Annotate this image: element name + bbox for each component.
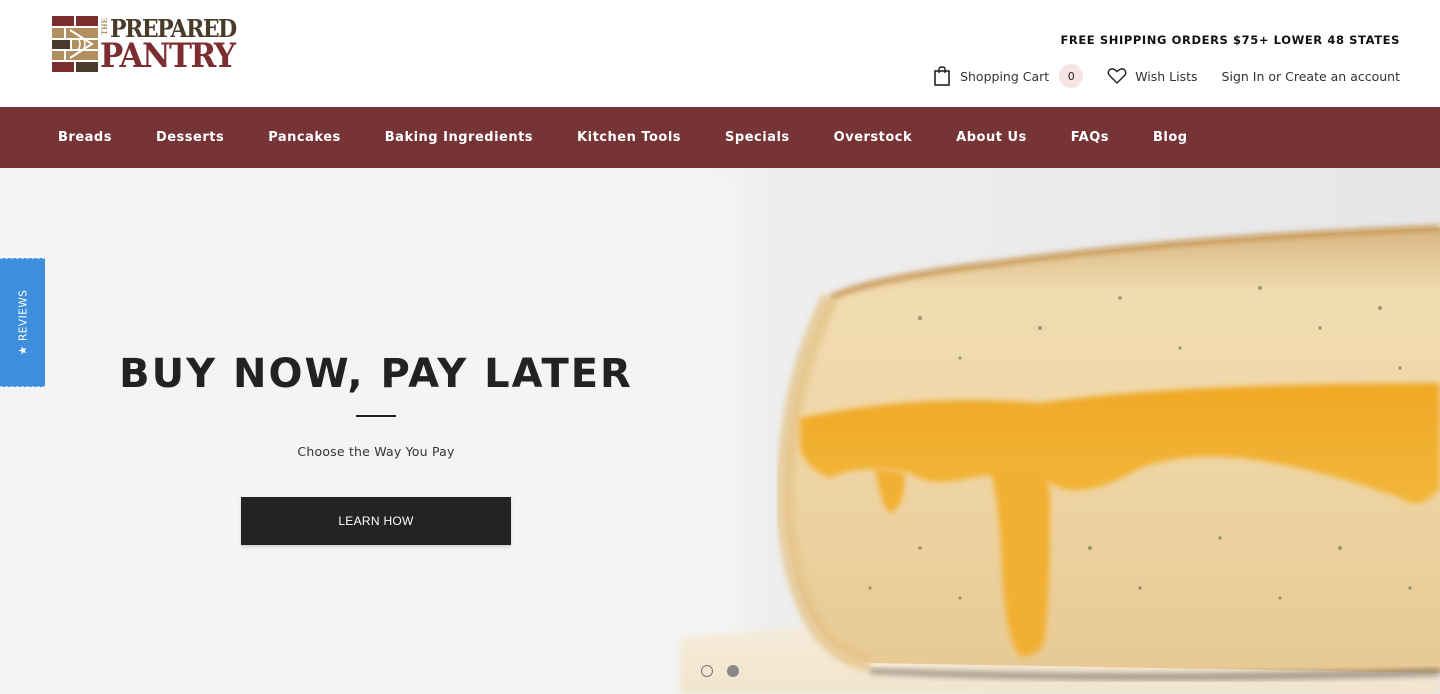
logo-pantry: PANTRY: [100, 36, 236, 76]
sign-in-link[interactable]: Sign In: [1222, 69, 1265, 84]
account-links: Sign In or Create an account: [1222, 69, 1400, 84]
logo-mark-icon: [52, 16, 98, 72]
nav-item-pancakes[interactable]: Pancakes: [268, 130, 341, 145]
nav-item-breads[interactable]: Breads: [58, 130, 112, 145]
carousel-pagination: [701, 665, 753, 677]
hero-subtitle: Choose the Way You Pay: [297, 444, 455, 459]
site-header: THE PREPARED PANTRY FREE SHIPPING ORDERS…: [0, 0, 1440, 107]
hero-title: BUY NOW, PAY LATER: [119, 351, 633, 397]
cart-count-badge: 0: [1059, 64, 1084, 88]
hero-divider: [356, 415, 396, 417]
nav-item-desserts[interactable]: Desserts: [156, 130, 224, 145]
hero-image-grilled-cheese: [620, 168, 1440, 694]
reviews-tab-label: REVIEWS: [16, 289, 29, 342]
nav-item-faqs[interactable]: FAQs: [1071, 130, 1109, 145]
nav-item-kitchen-tools[interactable]: Kitchen Tools: [577, 130, 681, 145]
main-nav: Breads Desserts Pancakes Baking Ingredie…: [0, 107, 1440, 168]
learn-how-button[interactable]: LEARN HOW: [241, 497, 511, 545]
create-account-link[interactable]: Create an account: [1285, 69, 1400, 84]
nav-item-specials[interactable]: Specials: [725, 130, 790, 145]
carousel-dot-2[interactable]: [727, 665, 739, 677]
nav-item-about-us[interactable]: About Us: [956, 130, 1027, 145]
or-text: or: [1264, 68, 1286, 84]
logo-the: THE: [100, 18, 109, 36]
shopping-bag-icon: [934, 66, 950, 86]
wish-lists-label: Wish Lists: [1135, 68, 1198, 84]
wish-lists-link[interactable]: Wish Lists: [1107, 67, 1198, 85]
header-links: Shopping Cart 0 Wish Lists Sign In or Cr…: [934, 64, 1400, 88]
free-shipping-banner: FREE SHIPPING ORDERS $75+ LOWER 48 STATE…: [1060, 33, 1400, 47]
shopping-cart-link[interactable]: Shopping Cart 0: [934, 64, 1084, 88]
nav-item-overstock[interactable]: Overstock: [834, 130, 913, 145]
carousel-dot-1[interactable]: [701, 665, 713, 677]
nav-item-blog[interactable]: Blog: [1153, 130, 1188, 145]
logo[interactable]: THE PREPARED PANTRY: [52, 16, 237, 73]
nav-item-baking-ingredients[interactable]: Baking Ingredients: [385, 130, 533, 145]
shopping-cart-label: Shopping Cart: [960, 68, 1050, 84]
reviews-side-tab[interactable]: ★ REVIEWS: [0, 258, 45, 387]
logo-wordmark: PREPARED PANTRY: [100, 17, 237, 76]
heart-icon: [1107, 68, 1127, 84]
star-icon: ★: [16, 345, 29, 356]
hero-carousel: BUY NOW, PAY LATER Choose the Way You Pa…: [0, 168, 1440, 694]
